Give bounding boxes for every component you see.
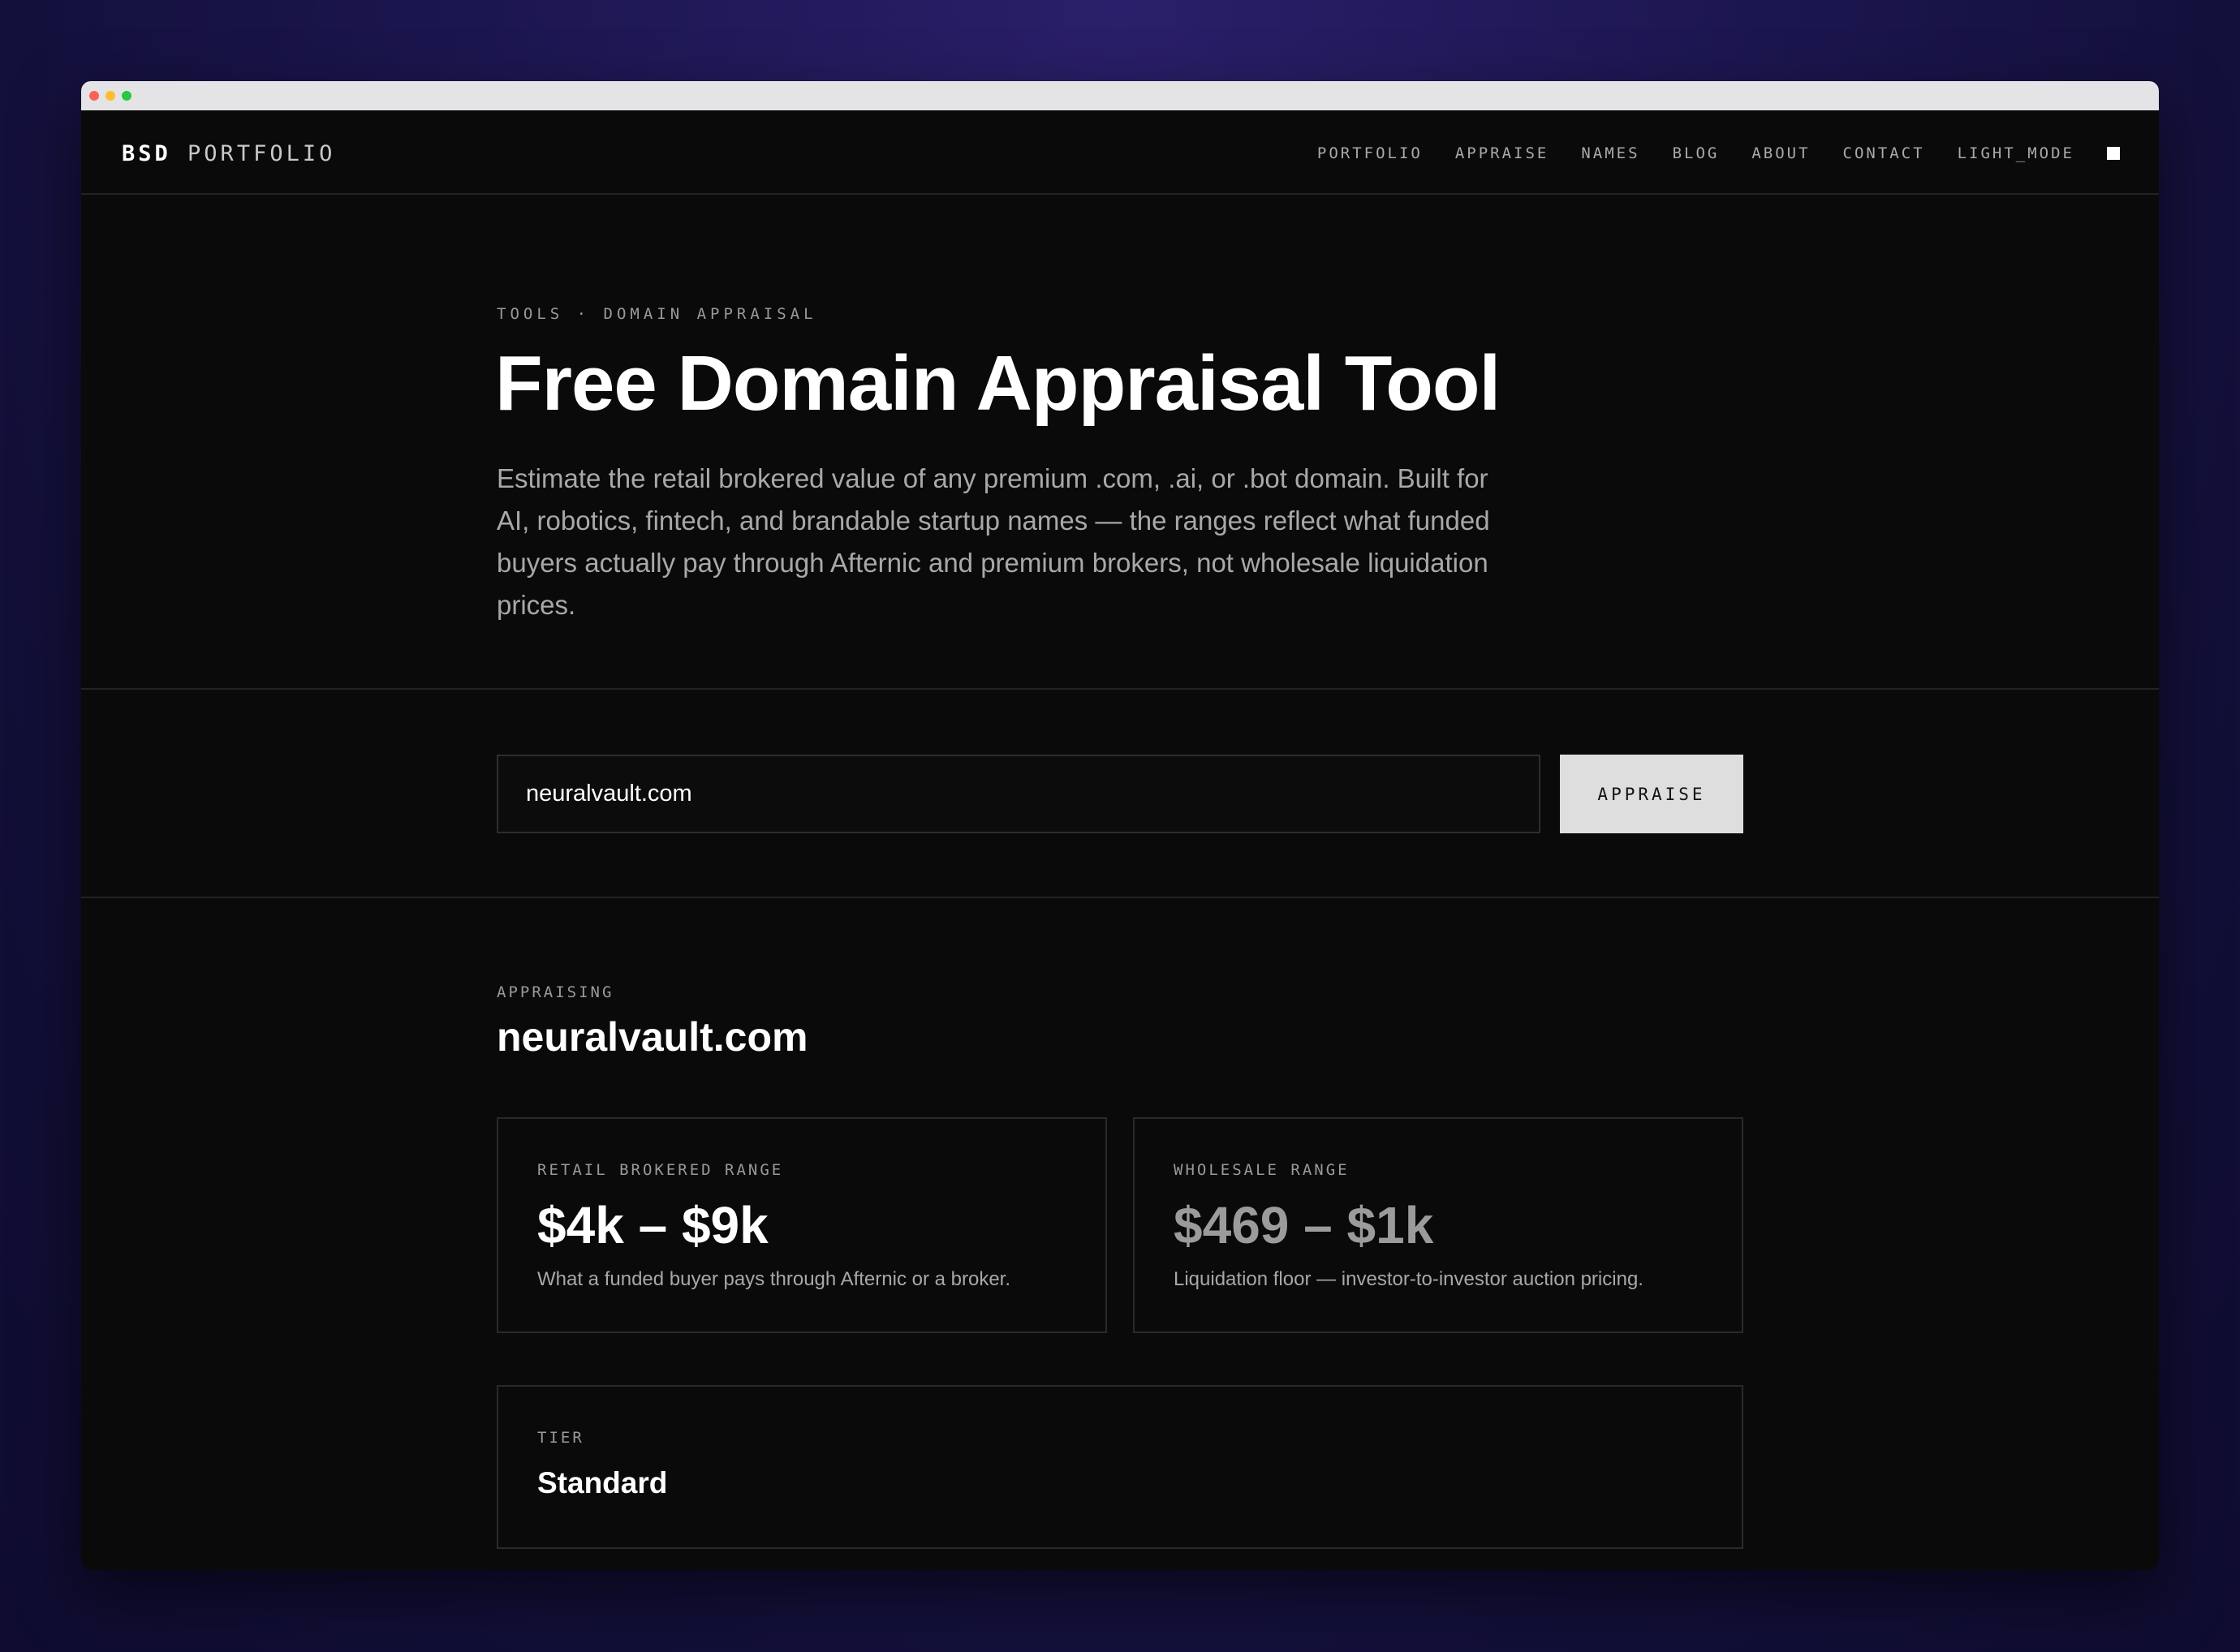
tier-card: TIER Standard bbox=[497, 1385, 1743, 1549]
brand-part2: PORTFOLIO bbox=[187, 141, 336, 166]
nav-link-portfolio[interactable]: PORTFOLIO bbox=[1317, 144, 1423, 162]
window-titlebar bbox=[81, 81, 2159, 110]
appraise-button[interactable]: APPRAISE bbox=[1560, 755, 1743, 833]
brand-logo[interactable]: BSD PORTFOLIO bbox=[122, 141, 335, 166]
page-title: Free Domain Appraisal Tool bbox=[495, 340, 1501, 427]
hero-section: TOOLS · DOMAIN APPRAISAL Free Domain App… bbox=[81, 195, 2159, 690]
maximize-window-icon[interactable] bbox=[122, 91, 131, 101]
retail-range-description: What a funded buyer pays through Afterni… bbox=[537, 1268, 1011, 1290]
top-nav: BSD PORTFOLIO PORTFOLIO APPRAISE NAMES B… bbox=[81, 110, 2159, 195]
nav-links: PORTFOLIO APPRAISE NAMES BLOG ABOUT CONT… bbox=[1317, 144, 2120, 162]
brand-part1: BSD bbox=[122, 141, 171, 166]
nav-link-blog[interactable]: BLOG bbox=[1673, 144, 1720, 162]
page-description: Estimate the retail brokered value of an… bbox=[497, 463, 1490, 620]
nav-link-light-mode[interactable]: LIGHT_MODE bbox=[1958, 144, 2074, 162]
retail-range-value: $4k – $9k bbox=[537, 1196, 769, 1254]
appraised-domain: neuralvault.com bbox=[497, 1014, 808, 1060]
square-icon[interactable] bbox=[2107, 147, 2120, 160]
domain-input[interactable] bbox=[497, 755, 1540, 833]
minimize-window-icon[interactable] bbox=[106, 91, 115, 101]
wholesale-range-value: $469 – $1k bbox=[1174, 1196, 1434, 1254]
retail-range-label: RETAIL BROKERED RANGE bbox=[537, 1161, 784, 1179]
retail-range-card: RETAIL BROKERED RANGE $4k – $9k What a f… bbox=[497, 1117, 1107, 1333]
wholesale-range-description: Liquidation floor — investor-to-investor… bbox=[1174, 1268, 1643, 1290]
wholesale-range-card: WHOLESALE RANGE $469 – $1k Liquidation f… bbox=[1133, 1117, 1743, 1333]
nav-link-about[interactable]: ABOUT bbox=[1751, 144, 1810, 162]
results-section: APPRAISING neuralvault.com RETAIL BROKER… bbox=[81, 898, 2159, 1570]
nav-link-appraise[interactable]: APPRAISE bbox=[1455, 144, 1549, 162]
tier-label: TIER bbox=[537, 1429, 584, 1447]
tier-value: Standard bbox=[537, 1466, 668, 1499]
appraising-label: APPRAISING bbox=[497, 983, 614, 1001]
wholesale-range-label: WHOLESALE RANGE bbox=[1174, 1161, 1350, 1179]
appraisal-form: APPRAISE bbox=[81, 690, 2159, 898]
nav-link-names[interactable]: NAMES bbox=[1581, 144, 1639, 162]
breadcrumb: TOOLS · DOMAIN APPRAISAL bbox=[497, 305, 817, 323]
browser-window: BSD PORTFOLIO PORTFOLIO APPRAISE NAMES B… bbox=[81, 81, 2159, 1570]
nav-link-contact[interactable]: CONTACT bbox=[1843, 144, 1925, 162]
close-window-icon[interactable] bbox=[89, 91, 99, 101]
